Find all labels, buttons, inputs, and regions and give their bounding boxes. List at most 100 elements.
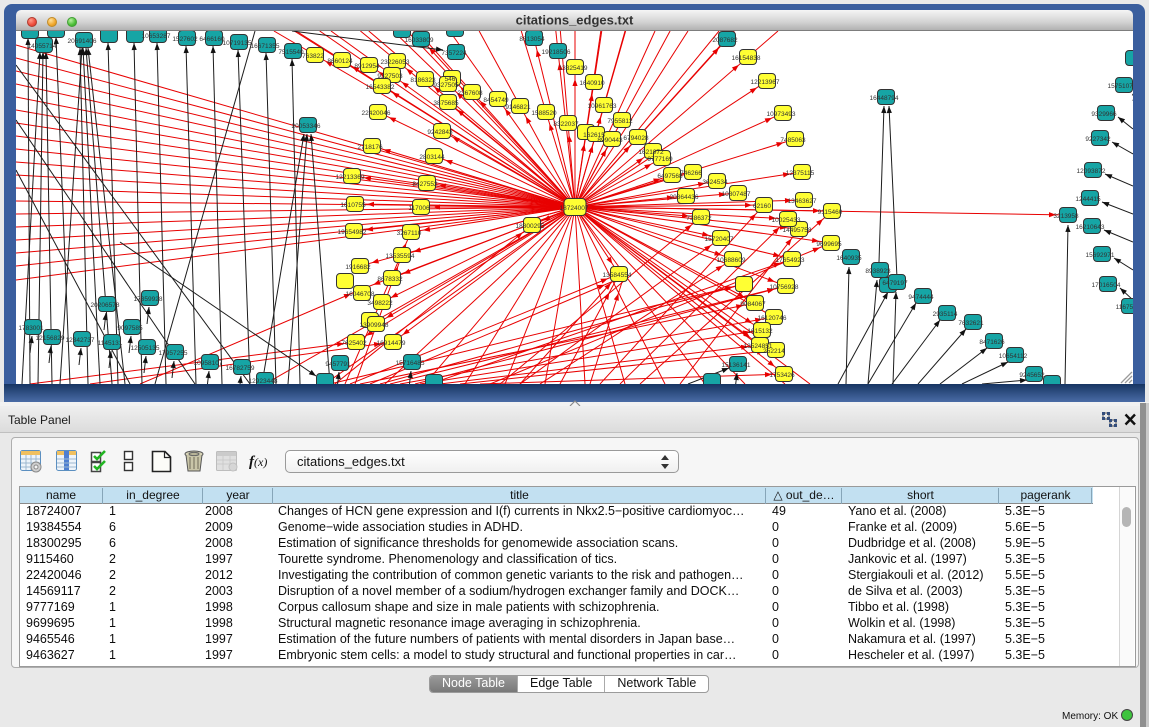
svg-text:10025433: 10025433	[772, 217, 801, 224]
svg-text:10688609: 10688609	[717, 257, 746, 264]
svg-text:12923448: 12923448	[249, 378, 278, 384]
svg-text:16120746: 16120746	[758, 315, 787, 322]
svg-text:16154838: 16154838	[732, 55, 761, 62]
svg-text:1588520: 1588520	[531, 110, 557, 117]
svg-text:10653287: 10653287	[142, 33, 171, 40]
svg-text:23226053: 23226053	[381, 59, 410, 66]
svg-text:9474444: 9474444	[908, 294, 934, 301]
svg-text:9457791: 9457791	[325, 361, 351, 368]
svg-text:14055714: 14055714	[28, 43, 57, 50]
svg-text:20691406: 20691406	[68, 38, 97, 45]
svg-text:1145131: 1145131	[98, 340, 123, 347]
svg-text:12093872: 12093872	[1077, 168, 1106, 175]
svg-text:10958107: 10958107	[194, 360, 223, 367]
svg-text:15136141: 15136141	[722, 362, 751, 369]
svg-text:1916682: 1916682	[345, 264, 371, 271]
svg-text:10973493: 10973493	[767, 111, 796, 118]
svg-text:19218506: 19218506	[542, 49, 571, 56]
svg-text:2803144: 2803144	[419, 154, 445, 161]
svg-text:7386372: 7386372	[686, 215, 712, 222]
svg-text:15720407: 15720407	[705, 236, 734, 243]
svg-text:3213958: 3213958	[1053, 213, 1079, 220]
svg-text:8813054: 8813054	[519, 36, 545, 43]
svg-text:10719135: 10719135	[223, 40, 252, 47]
svg-text:9245652: 9245652	[1019, 372, 1045, 379]
svg-text:15692971: 15692971	[1086, 252, 1115, 259]
svg-text:16210643: 16210643	[1076, 224, 1105, 231]
svg-text:8186323: 8186323	[410, 77, 436, 84]
svg-text:16671355: 16671355	[251, 43, 280, 50]
svg-text:6479197: 6479197	[882, 280, 908, 287]
svg-text:18300295: 18300295	[516, 223, 545, 230]
svg-text:10807487: 10807487	[722, 191, 751, 198]
svg-text:9227342: 9227342	[1085, 136, 1111, 143]
svg-text:16914479: 16914479	[377, 340, 406, 347]
svg-text:6466160: 6466160	[199, 36, 225, 43]
svg-text:12342737: 12342737	[66, 337, 95, 344]
svg-text:13325419: 13325419	[559, 65, 588, 72]
svg-text:9327505: 9327505	[433, 82, 459, 89]
svg-text:746266: 746266	[680, 170, 702, 177]
svg-text:8912954: 8912954	[354, 63, 380, 70]
svg-text:2718176: 2718176	[357, 144, 383, 151]
svg-text:13463627: 13463627	[788, 198, 817, 205]
svg-text:1621072: 1621072	[638, 149, 664, 156]
svg-text:9327503: 9327503	[377, 73, 403, 80]
svg-text:12375115: 12375115	[786, 170, 815, 177]
svg-text:1753426: 1753426	[769, 372, 795, 379]
svg-text:7955812: 7955812	[607, 118, 633, 125]
svg-text:1615132: 1615132	[747, 328, 773, 335]
svg-text:8938923: 8938923	[865, 268, 891, 275]
svg-text:12213967: 12213967	[751, 79, 780, 86]
svg-text:17359928: 17359928	[134, 296, 163, 303]
svg-text:1527602: 1527602	[172, 36, 198, 43]
svg-text:16448794: 16448794	[870, 95, 899, 102]
svg-text:17016504: 17016504	[1092, 282, 1121, 289]
svg-text:7632621: 7632621	[958, 320, 984, 327]
svg-text:16782759: 16782759	[226, 365, 255, 372]
svg-text:8322037: 8322037	[553, 121, 579, 128]
svg-text:3498222: 3498222	[367, 300, 393, 307]
svg-text:7357224: 7357224	[441, 50, 467, 57]
svg-text:117006: 117006	[408, 205, 430, 212]
svg-text:13909948: 13909948	[360, 322, 389, 329]
svg-text:1610755: 1610755	[340, 202, 366, 209]
svg-text:12505135: 12505135	[131, 345, 160, 352]
svg-text:19654982: 19654982	[338, 229, 367, 236]
svg-text:8427552: 8427552	[412, 181, 438, 188]
svg-text:13535594: 13535594	[386, 253, 415, 260]
svg-text:10654112: 10654112	[999, 353, 1028, 360]
svg-text:8471626: 8471626	[979, 339, 1005, 346]
svg-text:6794028: 6794028	[623, 135, 649, 142]
svg-text:9699695: 9699695	[816, 241, 842, 248]
svg-text:1640935: 1640935	[836, 255, 862, 262]
svg-text:17957255: 17957255	[159, 350, 188, 357]
svg-text:1167533: 1167533	[1116, 304, 1133, 311]
svg-text:3267110: 3267110	[397, 230, 422, 237]
svg-text:8678332: 8678332	[377, 276, 403, 283]
svg-text:7625402: 7625402	[341, 340, 367, 347]
svg-text:9084067: 9084067	[740, 301, 766, 308]
svg-text:12213369: 12213369	[336, 174, 365, 181]
svg-text:16046708: 16046708	[346, 291, 375, 298]
svg-text:2935114: 2935114	[933, 311, 958, 318]
svg-text:3624534: 3624534	[702, 179, 728, 186]
svg-text:22420046: 22420046	[362, 110, 391, 117]
svg-text:(x): (x)	[254, 455, 267, 469]
svg-text:9329966: 9329966	[1091, 111, 1117, 118]
svg-text:763822: 763822	[302, 53, 324, 60]
svg-text:252214: 252214	[763, 348, 785, 355]
svg-text:9242843: 9242843	[427, 129, 453, 136]
svg-text:7515540: 7515540	[278, 49, 304, 56]
svg-text:16543382: 16543382	[366, 84, 395, 91]
svg-text:62160: 62160	[753, 203, 771, 210]
svg-text:18724007: 18724007	[560, 205, 589, 212]
svg-text:10756928: 10756928	[770, 284, 799, 291]
svg-text:8660124: 8660124	[327, 58, 353, 65]
svg-text:13584554: 13584554	[603, 272, 632, 279]
svg-text:8990443: 8990443	[597, 137, 623, 144]
svg-text:7485063: 7485063	[780, 137, 806, 144]
svg-text:9097585: 9097585	[117, 325, 143, 332]
svg-text:14495758: 14495758	[783, 227, 812, 234]
svg-text:1783001: 1783001	[18, 325, 44, 332]
